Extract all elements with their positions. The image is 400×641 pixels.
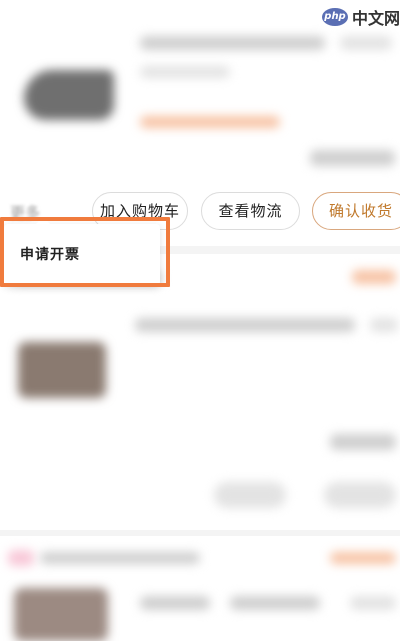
order-card-2	[0, 254, 400, 530]
watermark: php 中文网	[322, 6, 400, 28]
php-logo-icon: php	[322, 8, 348, 26]
order-status-placeholder	[352, 270, 396, 284]
watermark-text: 中文网	[352, 9, 400, 28]
more-actions-popup: 申请开票	[4, 217, 160, 286]
product-title-placeholder	[140, 36, 325, 50]
popup-arrow	[36, 217, 50, 224]
product-title-placeholder-2	[135, 318, 355, 332]
order-card-3	[0, 536, 400, 641]
product-title-placeholder-3b	[230, 596, 320, 610]
action-pill-placeholder-b	[324, 482, 396, 508]
shop-name-placeholder-3	[40, 552, 200, 564]
product-thumbnail-3	[14, 588, 108, 641]
product-spec-placeholder	[340, 36, 392, 50]
product-subtitle-placeholder	[140, 66, 230, 78]
shop-badge-placeholder	[8, 550, 34, 566]
order-card-1: 更多 加入购物车 查看物流 确认收货	[0, 0, 400, 246]
confirm-receipt-button[interactable]: 确认收货	[312, 192, 400, 230]
order-total-placeholder	[310, 150, 395, 166]
order-total-placeholder-2	[330, 434, 396, 450]
view-logistics-button[interactable]: 查看物流	[201, 192, 300, 230]
product-thumbnail-2	[18, 342, 106, 398]
product-price-placeholder-3	[350, 596, 396, 610]
product-title-placeholder-3	[140, 596, 210, 610]
product-thumbnail	[24, 70, 114, 120]
apply-invoice-menu-item[interactable]: 申请开票	[20, 244, 80, 264]
order-status-placeholder-3	[330, 552, 396, 564]
action-pill-placeholder-a	[214, 482, 286, 508]
product-price-placeholder-2	[370, 318, 398, 332]
product-tag-placeholder	[140, 116, 280, 128]
